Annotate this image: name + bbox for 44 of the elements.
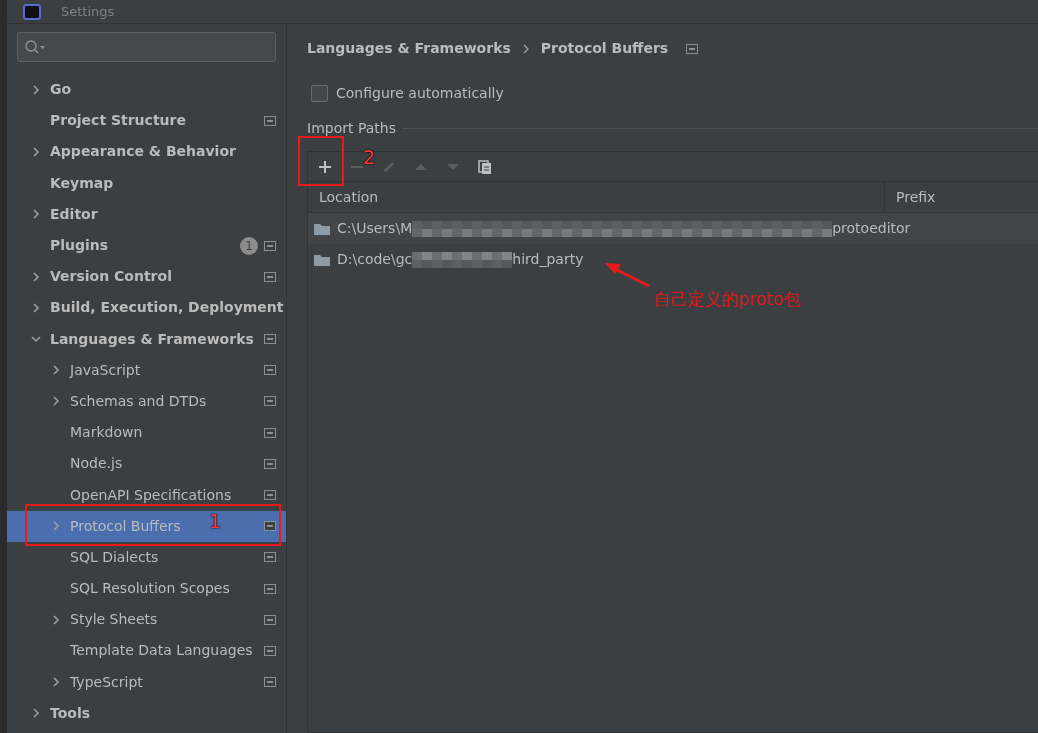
sidebar-item[interactable]: Project Structure — [7, 105, 286, 137]
sidebar-item[interactable]: SQL Dialects — [7, 541, 286, 573]
window-title: Settings — [61, 5, 115, 18]
project-scope-icon — [686, 43, 699, 54]
path-text: D:\code\gc — [337, 250, 413, 269]
sidebar-item[interactable]: Appearance & Behavior — [7, 136, 286, 168]
sidebar-item[interactable]: Template Data Languages — [7, 635, 286, 667]
breadcrumb-item[interactable]: Languages & Frameworks — [307, 38, 511, 59]
add-icon[interactable] — [317, 158, 333, 175]
sidebar-item[interactable]: Tools — [7, 697, 286, 729]
sidebar-item[interactable]: Languages & Frameworks — [7, 323, 286, 355]
column-header[interactable]: Location — [308, 182, 885, 212]
sidebar-item[interactable]: Style Sheets — [7, 604, 286, 636]
annotation-box — [298, 136, 344, 186]
sidebar-item[interactable]: OpenAPI Specifications — [7, 479, 286, 511]
sidebar-item[interactable]: Schemas and DTDs — [7, 385, 286, 418]
section-title: Import Paths — [307, 119, 396, 138]
count-badge: 1 — [240, 236, 258, 255]
sidebar-item[interactable]: Version Control — [7, 261, 286, 293]
sidebar-item[interactable]: Go — [7, 74, 286, 106]
folder-icon — [313, 221, 331, 236]
copy-icon[interactable] — [477, 158, 493, 175]
path-text: protoeditor — [832, 219, 911, 238]
sidebar-item[interactable]: Editor — [7, 198, 286, 230]
checkbox-label: Configure automatically — [336, 84, 504, 103]
path-text: hird_party — [512, 250, 584, 269]
search-field[interactable] — [17, 32, 276, 62]
sidebar-item[interactable]: Plugins 1 — [7, 229, 286, 262]
sidebar-item[interactable]: JavaScript — [7, 354, 286, 386]
app-logo-icon — [23, 4, 41, 20]
path-text: C:\Users\M — [337, 219, 413, 238]
sidebar-item[interactable]: Build, Execution, Deployment — [7, 292, 286, 324]
column-header[interactable]: Prefix — [885, 182, 936, 212]
annotation-text: 自己定义的proto包 — [654, 288, 801, 311]
folder-icon — [313, 252, 331, 267]
annotation-number: 1 — [209, 512, 222, 531]
breadcrumb-item: Protocol Buffers — [540, 39, 669, 58]
sidebar-item[interactable]: SQL Resolution Scopes — [7, 573, 286, 605]
sidebar-item[interactable]: TypeScript — [7, 666, 286, 698]
sidebar-item[interactable]: Markdown — [7, 417, 286, 449]
sidebar-item[interactable]: Node.js — [7, 448, 286, 480]
checkbox[interactable] — [311, 85, 328, 102]
annotation-number: 2 — [363, 148, 376, 167]
sidebar-item[interactable]: Keymap — [7, 167, 286, 199]
